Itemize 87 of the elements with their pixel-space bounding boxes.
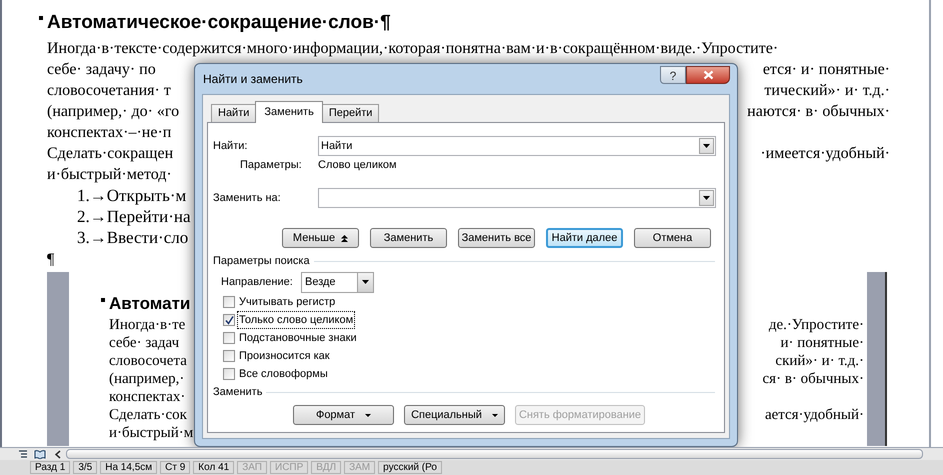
checkbox[interactable] [223, 350, 235, 362]
paragraph-text: ется· и· понятные· [762, 60, 890, 80]
paragraph-text: ся· в· обычных· [762, 370, 864, 388]
status-item: русский (Ро [378, 461, 442, 474]
list-item-text: 2.→Перейти·на [77, 206, 191, 227]
options-value: Слово целиком [318, 158, 397, 174]
scroll-left-icon[interactable] [54, 450, 62, 458]
paragraph-text: Сделать·сокращен [47, 144, 174, 164]
paragraph-text: словосочета [109, 352, 187, 370]
paragraph-text: и·быстрый·м [109, 424, 194, 442]
paragraph-text: де.·Упростите· [768, 316, 864, 334]
paragraph-text: ский»· и· т.д.· [775, 352, 864, 370]
status-item: На 14,5см [100, 461, 158, 474]
section-label: Параметры поиска [213, 254, 310, 269]
checkbox-label[interactable]: Только слово целиком [238, 312, 354, 328]
checkbox-label[interactable]: Учитывать регистр [238, 294, 336, 310]
dialog-button: Снять форматирование [515, 405, 645, 425]
section-label: Заменить [213, 384, 262, 400]
paragraph-text: Сделать·сок [109, 406, 187, 424]
checkbox[interactable] [223, 314, 235, 326]
pilcrow-mark: ¶ [47, 250, 54, 270]
horizontal-scrollbar[interactable] [66, 449, 923, 459]
field-label: Заменить на: [213, 190, 282, 206]
dialog-button[interactable]: Формат [293, 405, 394, 425]
book-icon[interactable] [34, 449, 46, 459]
field-label: Параметры: [239, 158, 303, 174]
list-item-text: 3.→Ввести·сло [77, 227, 188, 248]
dialog-button[interactable]: Специальный [404, 405, 505, 425]
tab[interactable]: Перейти [322, 104, 380, 122]
paragraph-text: себе· задачу· по [47, 60, 156, 80]
tab[interactable]: Заменить [255, 101, 323, 123]
checkbox-label[interactable]: Все словоформы [238, 366, 329, 382]
outline-view-icon[interactable] [18, 449, 28, 459]
close-icon [702, 70, 714, 80]
collapse-chevron-icon [341, 234, 348, 242]
dropdown-arrow-icon [365, 414, 372, 416]
checkbox-label[interactable]: Произносится как [238, 348, 331, 364]
paragraph-text: себе· задач [109, 334, 180, 352]
status-item: ЗАП [237, 461, 267, 474]
paragraph-text: и· понятные· [780, 334, 864, 352]
dialog-button[interactable]: Меньше [282, 228, 359, 248]
field-label: Найти: [213, 138, 248, 154]
status-item: Кол 41 [193, 461, 234, 474]
dropdown-arrow-icon [492, 414, 498, 416]
default-button[interactable]: Найти далее [546, 228, 623, 248]
close-button[interactable] [686, 66, 730, 84]
bullet-mark [39, 16, 43, 20]
paragraph-text: конспектах· [109, 388, 186, 406]
dropdown-arrow-icon [703, 196, 710, 200]
find-combo-box[interactable]: Найти [318, 136, 716, 156]
status-item: ВДЛ [311, 461, 342, 474]
list-item-text: 1.→Открыть·м [77, 185, 186, 206]
paragraph-text: Иногда·в·тексте·содержится·много·информации,·которая·понятна·вам·и·в·сокращённом·виде.·Упростите· [47, 39, 778, 59]
heading: Автомати [109, 293, 190, 316]
paragraph-text: (например,· [109, 370, 184, 388]
replace-combo-box[interactable] [318, 188, 716, 208]
window-title: Найти и заменить [202, 71, 304, 88]
dropdown-arrow-icon [703, 144, 710, 148]
checkbox[interactable] [223, 368, 235, 380]
dropdown-arrow-icon [362, 280, 369, 284]
dialog-button[interactable]: Отмена [634, 228, 711, 248]
direction-select[interactable]: Везде [301, 272, 374, 292]
checkbox[interactable] [223, 296, 235, 308]
status-item: Ст 9 [160, 461, 190, 474]
checkbox-label[interactable]: Подстановочные знаки [238, 330, 358, 346]
checkbox[interactable] [223, 332, 235, 344]
paragraph-text: наются· в· обычных· [747, 102, 890, 122]
paragraph-text: (например,· до· «го [47, 102, 180, 122]
paragraph-text: конспектах·–·не·п [47, 123, 172, 143]
dialog-button[interactable]: Заменить [370, 228, 447, 248]
tab[interactable]: Найти [211, 104, 256, 122]
status-item: Разд 1 [30, 461, 70, 474]
paragraph-text: словосочетания· т [47, 81, 171, 101]
dialog-button[interactable]: Заменить все [458, 228, 535, 248]
paragraph-text: ается·удобный· [764, 406, 864, 424]
paragraph-text: и·быстрый·метод· [47, 165, 172, 185]
paragraph-text: тический»· и· т.д.· [764, 81, 890, 101]
paragraph-text: ·имеется·удобный· [760, 144, 890, 164]
paragraph-text: Иногда·в·те [109, 316, 186, 334]
bullet-mark [101, 298, 105, 302]
status-item: 3/5 [73, 461, 98, 474]
status-item: ЗАМ [344, 461, 376, 474]
help-button[interactable]: ? [660, 66, 686, 84]
field-label: Направление: [221, 274, 294, 290]
checkmark-icon [224, 316, 234, 324]
heading: Автоматическое·сокращение·слов·¶ [47, 10, 391, 35]
status-item: ИСПР [270, 461, 308, 474]
